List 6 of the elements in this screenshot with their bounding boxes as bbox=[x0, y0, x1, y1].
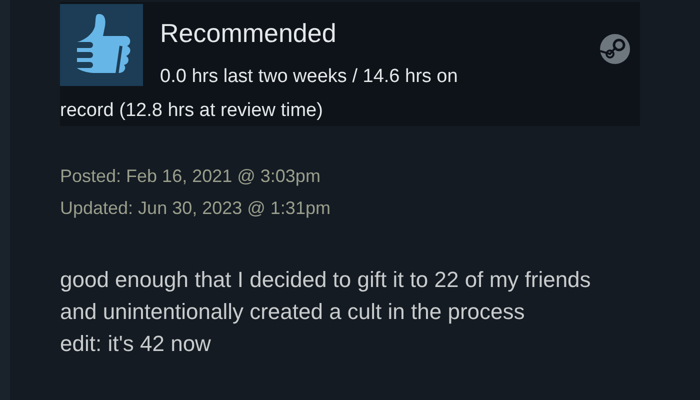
updated-date: Updated: Jun 30, 2023 @ 1:31pm bbox=[60, 197, 330, 220]
posted-date: Posted: Feb 16, 2021 @ 3:03pm bbox=[60, 165, 320, 188]
playtime-text: 0.0 hrs last two weeks / 14.6 hrs on record (12.8 hrs at review time) bbox=[60, 65, 459, 123]
review-verdict: Recommended bbox=[160, 18, 336, 48]
review-text: edit: it's 42 now bbox=[60, 330, 212, 358]
steam-icon bbox=[599, 33, 631, 65]
